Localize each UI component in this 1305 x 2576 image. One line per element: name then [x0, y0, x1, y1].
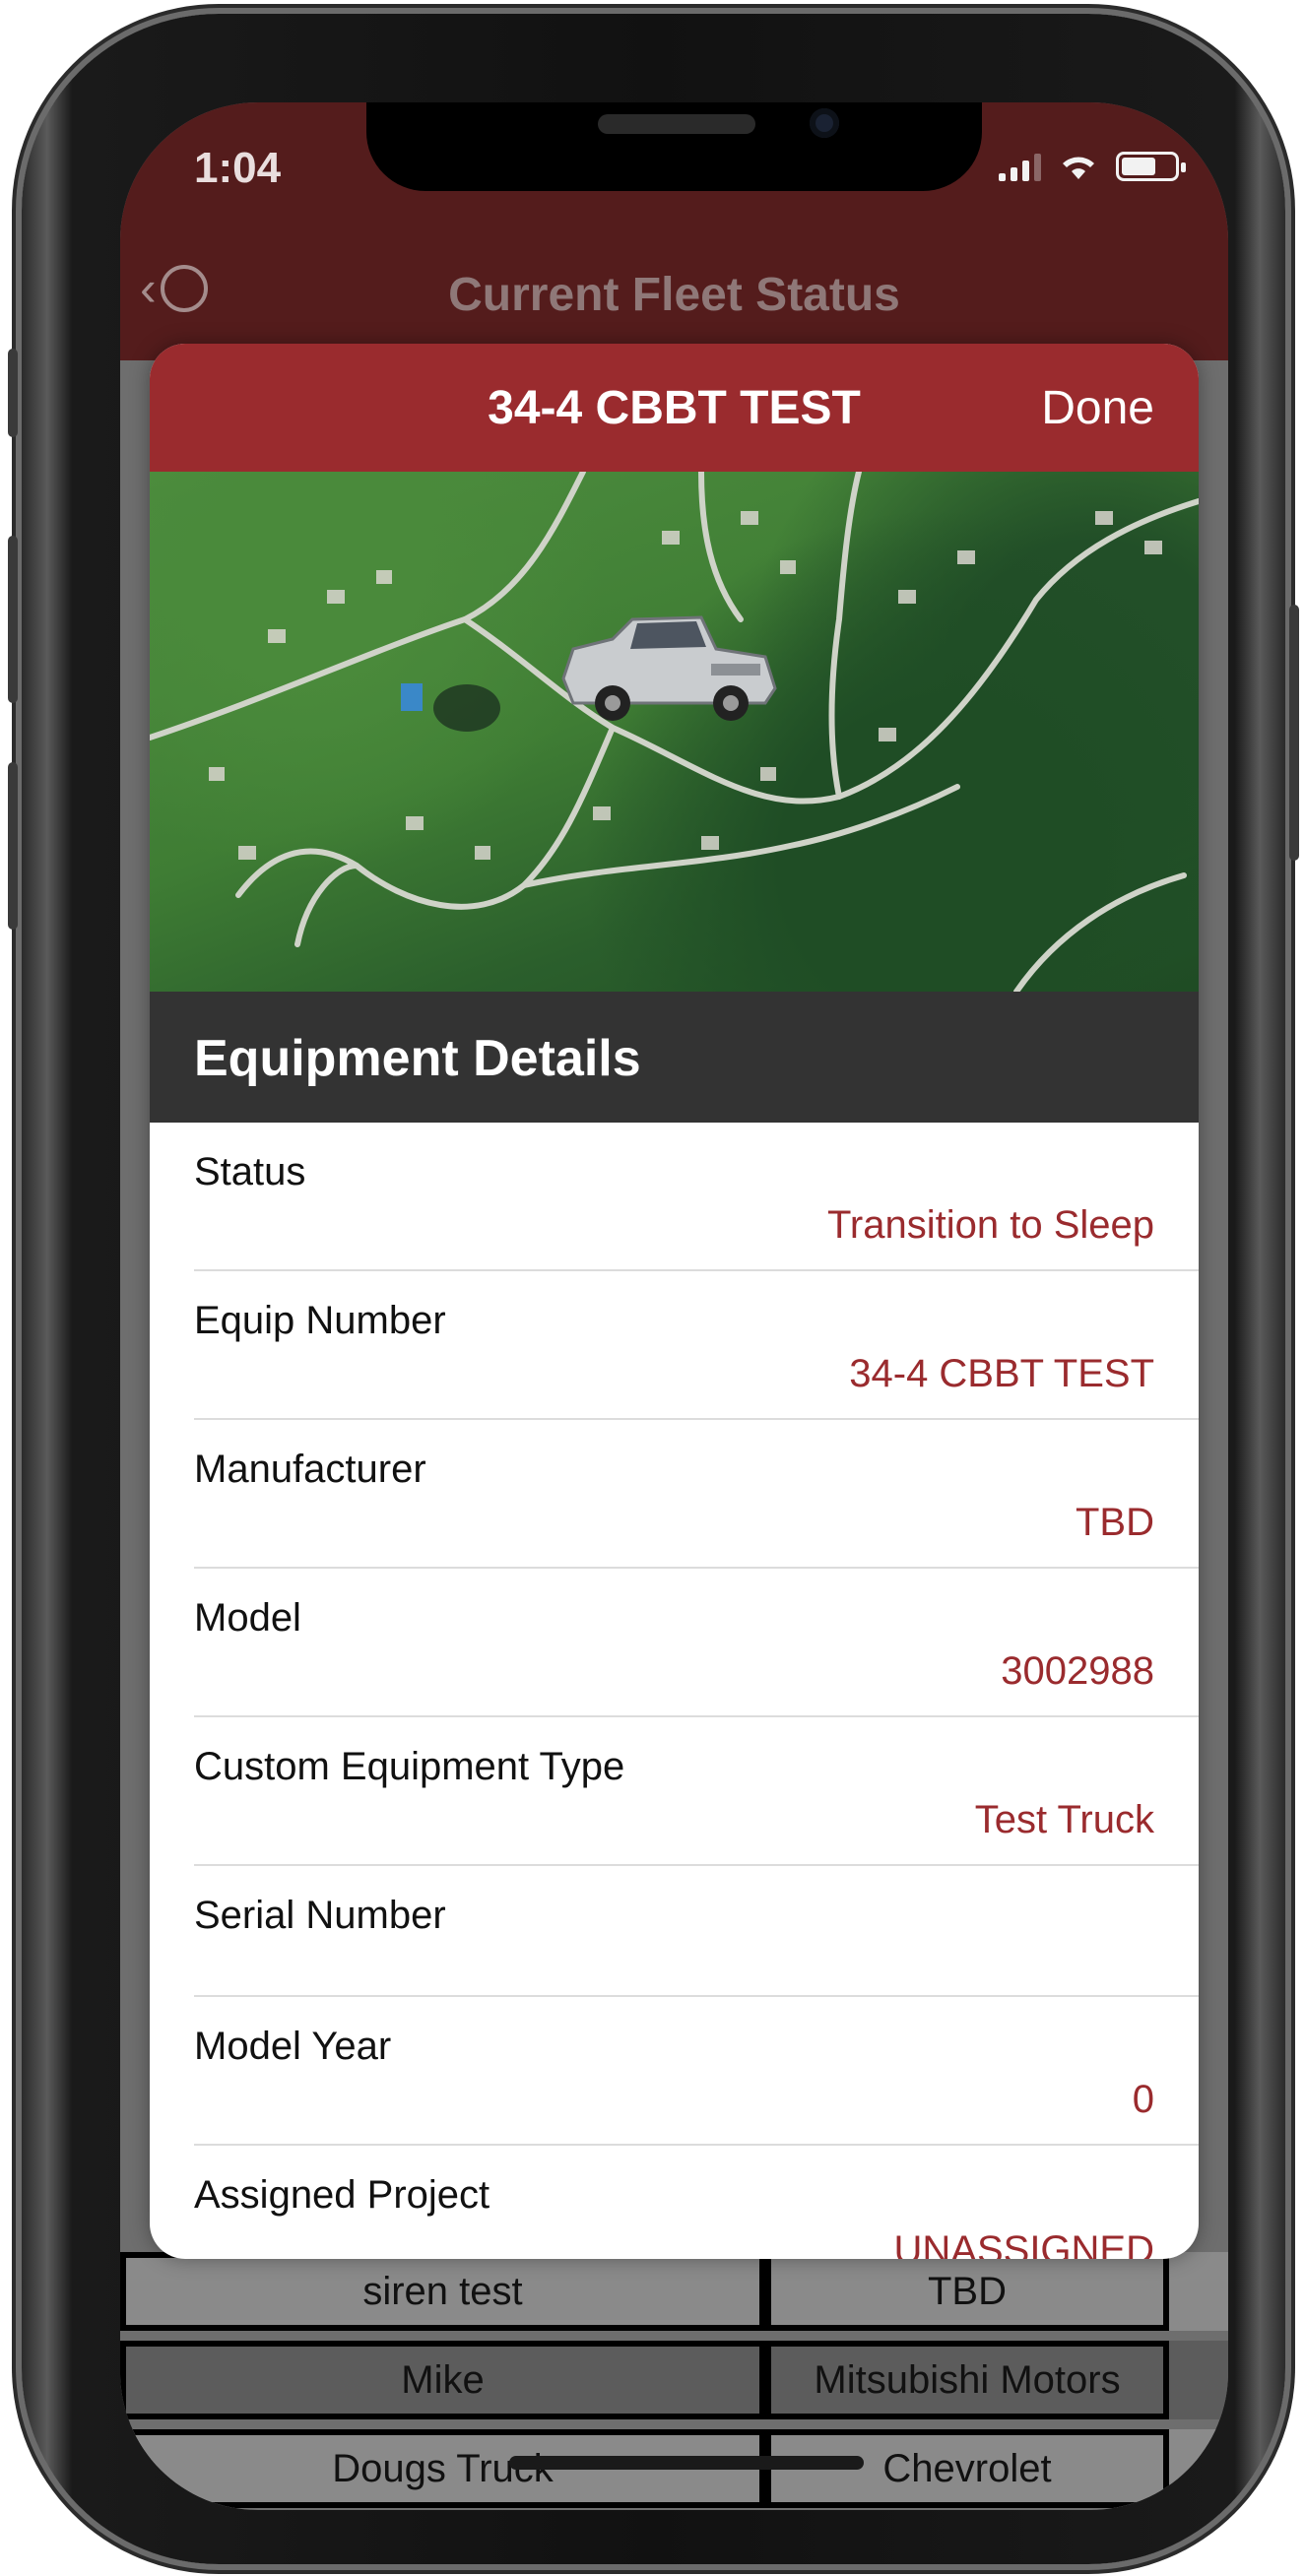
detail-label: Assigned Project — [194, 2173, 490, 2217]
detail-row-model: Model 3002988 — [194, 1569, 1199, 1717]
table-row[interactable]: siren test TBD — [120, 2252, 1228, 2331]
detail-label: Equip Number — [194, 1299, 446, 1342]
table-cell-manufacturer: TBD — [765, 2252, 1169, 2331]
notch — [366, 102, 982, 191]
detail-row-status: Status Transition to Sleep — [194, 1123, 1199, 1271]
pool — [401, 683, 423, 711]
battery-icon — [1116, 152, 1186, 181]
table-cell-name: Mike — [120, 2341, 765, 2419]
detail-label: Model — [194, 1596, 301, 1640]
power-button — [1289, 605, 1299, 861]
modal-header: 34-4 CBBT TEST Done — [150, 344, 1199, 472]
detail-value: 34-4 CBBT TEST — [849, 1352, 1154, 1395]
detail-row-assigned-project: Assigned Project UNASSIGNED — [194, 2146, 1199, 2259]
map-roads — [150, 472, 1199, 992]
detail-label: Manufacturer — [194, 1448, 426, 1491]
status-icons — [999, 152, 1186, 181]
detail-value: UNASSIGNED — [893, 2228, 1155, 2259]
status-time: 1:04 — [194, 144, 282, 192]
volume-up-button — [8, 536, 18, 703]
detail-row-serial-number: Serial Number — [194, 1866, 1199, 1997]
detail-row-equip-number: Equip Number 34-4 CBBT TEST — [194, 1271, 1199, 1420]
table-row[interactable]: Mike Mitsubishi Motors — [120, 2341, 1228, 2419]
table-cell-manufacturer: Mitsubishi Motors — [765, 2341, 1169, 2419]
detail-value: TBD — [1076, 1501, 1154, 1544]
detail-value: 3002988 — [1001, 1649, 1154, 1693]
section-title: Equipment Details — [194, 1030, 641, 1087]
section-header: Equipment Details — [150, 992, 1199, 1123]
home-indicator[interactable] — [509, 2456, 864, 2470]
volume-down-button — [8, 762, 18, 930]
phone-frame: 1:04 ‹ Current Fleet Status siren test T… — [8, 14, 1299, 2564]
detail-row-manufacturer: Manufacturer TBD — [194, 1420, 1199, 1569]
detail-row-custom-equipment-type: Custom Equipment Type Test Truck — [194, 1717, 1199, 1866]
speaker — [598, 114, 755, 134]
table-cell-name: siren test — [120, 2252, 765, 2331]
mute-switch — [8, 349, 18, 437]
detail-label: Custom Equipment Type — [194, 1745, 625, 1788]
detail-label: Model Year — [194, 2025, 392, 2068]
satellite-map[interactable] — [150, 472, 1199, 992]
front-camera — [810, 108, 839, 138]
wifi-icon — [1063, 157, 1094, 179]
cellular-signal-icon — [999, 152, 1041, 181]
detail-value: Test Truck — [974, 1798, 1154, 1841]
detail-label: Status — [194, 1150, 306, 1193]
truck-marker-icon[interactable] — [561, 615, 777, 721]
done-button[interactable]: Done — [1041, 381, 1154, 435]
nav-title: Current Fleet Status — [448, 269, 900, 321]
detail-value: Transition to Sleep — [826, 1203, 1154, 1247]
detail-value: 0 — [1132, 2078, 1154, 2121]
equipment-modal: 34-4 CBBT TEST Done Equipment Details St… — [150, 344, 1199, 2259]
detail-row-model-year: Model Year 0 — [194, 1997, 1199, 2146]
screen: 1:04 ‹ Current Fleet Status siren test T… — [120, 102, 1228, 2510]
details-list: Status Transition to Sleep Equip Number … — [150, 1123, 1199, 2259]
top-bar: 1:04 ‹ Current Fleet Status — [120, 102, 1228, 360]
detail-label: Serial Number — [194, 1894, 446, 1937]
